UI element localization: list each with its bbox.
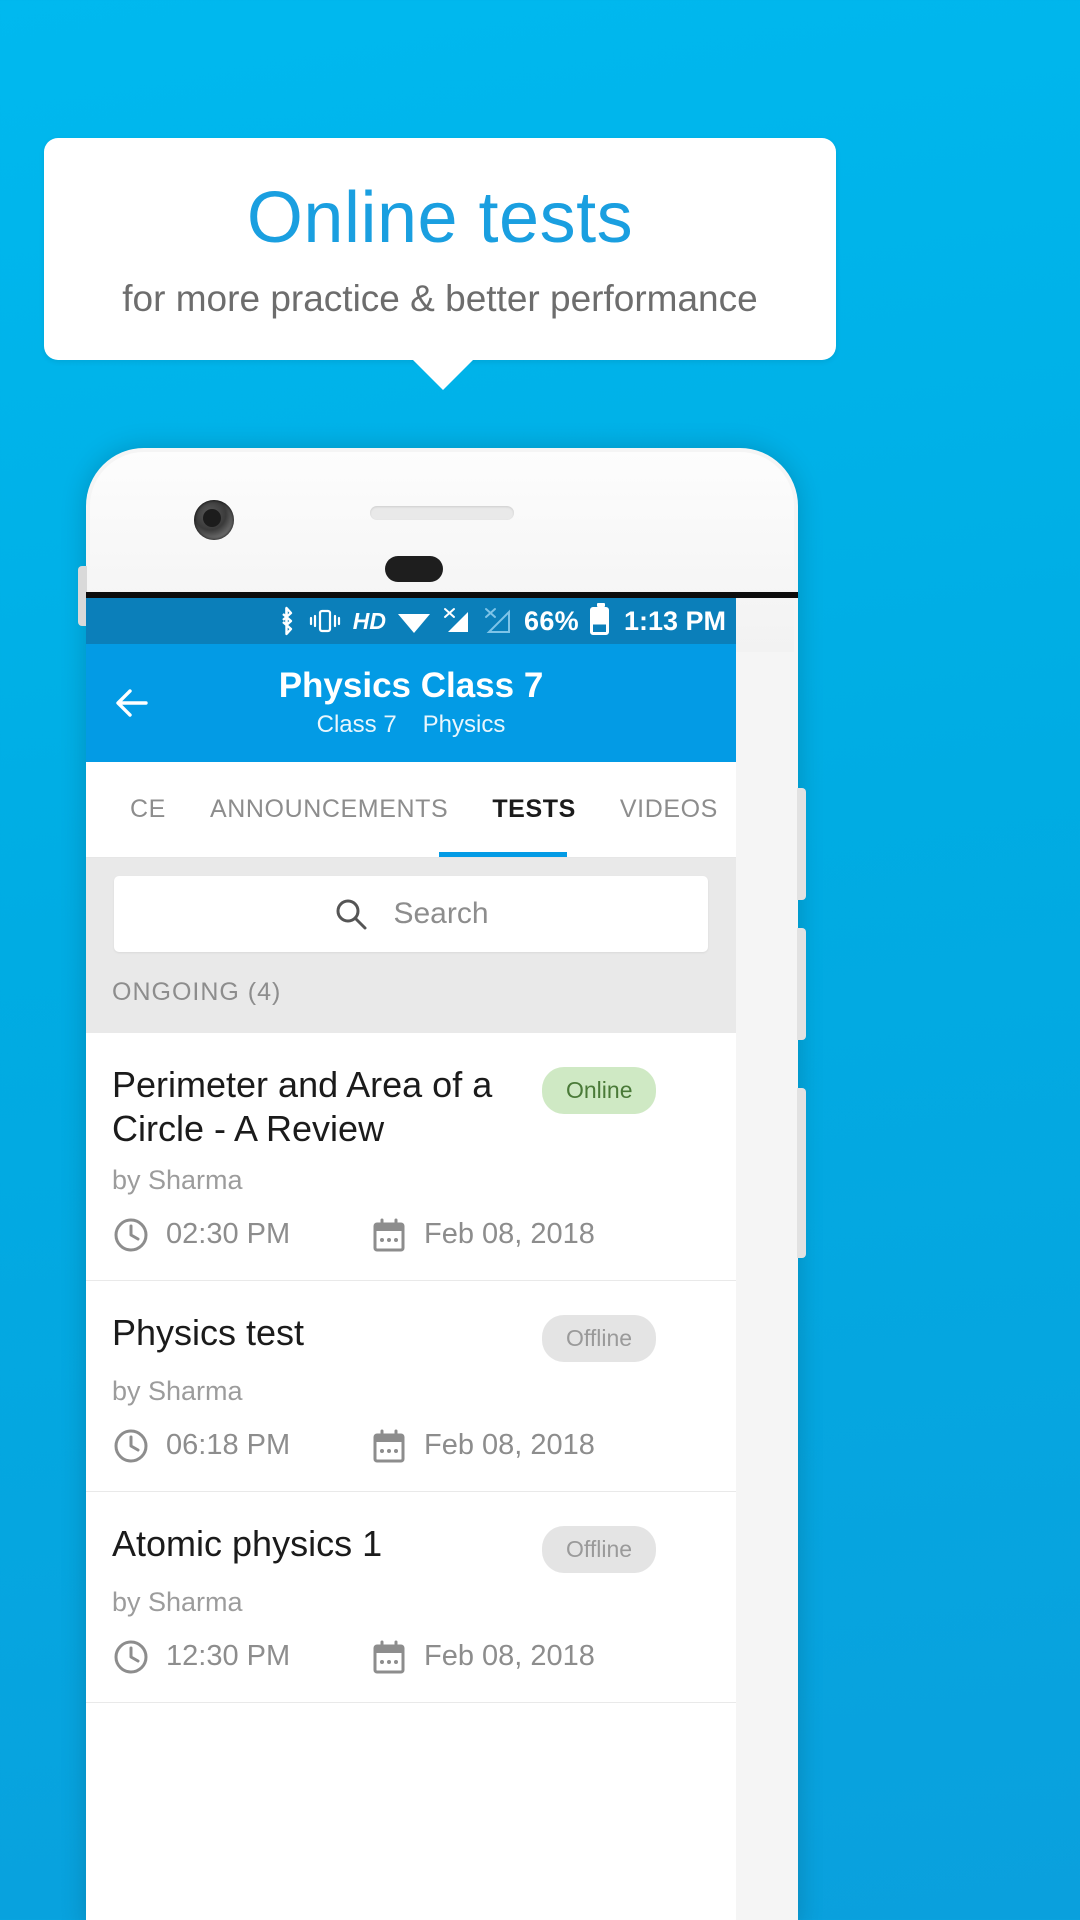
test-row-header: Perimeter and Area of a Circle - A Revie…	[112, 1063, 710, 1151]
battery-percent-label: 66%	[524, 605, 579, 636]
test-date: Feb 08, 2018	[424, 1218, 595, 1251]
tab-announcements[interactable]: ANNOUNCEMENTS	[188, 762, 470, 857]
phone-volume-down-button	[797, 928, 806, 1040]
clock-icon	[114, 1218, 148, 1252]
status-badge: Offline	[542, 1525, 657, 1573]
clock-icon	[114, 1429, 148, 1463]
breadcrumb-subject: Physics	[422, 711, 506, 739]
test-author: by Sharma	[112, 1586, 243, 1617]
search-icon	[336, 899, 367, 930]
test-date-group: Feb 08, 2018	[370, 1638, 595, 1676]
status-bar: HD 66% 1:13 PM	[86, 598, 736, 644]
signal-no-sim-icon	[444, 608, 468, 632]
back-arrow-icon[interactable]	[110, 681, 154, 725]
calendar-icon	[373, 1640, 405, 1674]
test-row-header: Atomic physics 1 Offline	[112, 1522, 710, 1573]
test-date: Feb 08, 2018	[424, 1429, 595, 1462]
promo-bubble: Online tests for more practice & better …	[44, 138, 836, 360]
earpiece-speaker	[370, 506, 514, 520]
test-time: 12:30 PM	[166, 1640, 291, 1673]
status-badge: Online	[542, 1067, 657, 1114]
test-title: Perimeter and Area of a Circle - A Revie…	[112, 1064, 493, 1149]
tab-ce[interactable]: CE	[108, 762, 188, 857]
search-input[interactable]: Search	[114, 876, 708, 952]
tests-list: Perimeter and Area of a Circle - A Revie…	[86, 1033, 736, 1703]
test-meta: 02:30 PM Feb 08, 2018	[112, 1216, 710, 1254]
test-list-item[interactable]: Physics test Offline by Sharma 06:18 PM	[86, 1281, 736, 1492]
breadcrumb-class: Class 7	[316, 711, 397, 739]
clock-icon	[114, 1640, 148, 1674]
front-camera-icon	[194, 500, 234, 540]
proximity-sensor	[385, 556, 443, 582]
test-meta: 06:18 PM Feb 08, 2018	[112, 1427, 710, 1465]
promo-subtitle: for more practice & better performance	[122, 277, 758, 319]
hd-icon: HD	[352, 607, 386, 634]
test-title: Atomic physics 1	[112, 1522, 383, 1564]
promo-bubble-tail	[411, 358, 475, 390]
search-placeholder: Search	[393, 897, 489, 930]
breadcrumb: Class 7 Physics	[317, 711, 506, 739]
tab-videos[interactable]: VIDEOS	[598, 762, 736, 857]
wifi-icon	[398, 614, 430, 633]
test-time-group: 12:30 PM	[112, 1638, 370, 1676]
battery-icon	[589, 603, 609, 635]
test-date: Feb 08, 2018	[424, 1640, 595, 1673]
phone-screen: HD 66% 1:13 PM Physics Class 7 Class 7 P…	[86, 598, 736, 1920]
test-title: Physics test	[112, 1311, 305, 1353]
test-time-group: 06:18 PM	[112, 1427, 370, 1465]
test-meta: 12:30 PM Feb 08, 2018	[112, 1638, 710, 1676]
phone-power-button	[797, 1088, 806, 1258]
tab-bar: CE ANNOUNCEMENTS TESTS VIDEOS	[86, 762, 736, 858]
test-time: 02:30 PM	[166, 1218, 291, 1251]
status-bar-clock: 1:13 PM	[623, 605, 726, 636]
phone-mockup: HD 66% 1:13 PM Physics Class 7 Class 7 P…	[78, 448, 806, 1920]
signal-empty-icon	[485, 608, 510, 633]
test-list-item[interactable]: Atomic physics 1 Offline by Sharma 12:30…	[86, 1492, 736, 1703]
tab-tests[interactable]: TESTS	[470, 762, 598, 857]
page-title: Physics Class 7	[278, 665, 544, 705]
test-time: 06:18 PM	[166, 1429, 291, 1462]
calendar-icon	[373, 1218, 405, 1252]
calendar-icon	[373, 1429, 405, 1463]
test-date-group: Feb 08, 2018	[370, 1427, 595, 1465]
status-badge: Offline	[542, 1314, 657, 1362]
section-header-ongoing: ONGOING (4)	[86, 978, 736, 1033]
test-row-header: Physics test Offline	[112, 1311, 710, 1362]
bluetooth-icon	[281, 606, 292, 636]
test-author: by Sharma	[112, 1164, 243, 1195]
search-section: Search	[86, 858, 736, 978]
vibrate-icon	[309, 609, 340, 633]
promo-title: Online tests	[246, 177, 634, 258]
test-list-item[interactable]: Perimeter and Area of a Circle - A Revie…	[86, 1033, 736, 1281]
test-time-group: 02:30 PM	[112, 1216, 370, 1254]
app-bar: Physics Class 7 Class 7 Physics	[86, 644, 736, 762]
phone-volume-up-button	[797, 788, 806, 900]
test-date-group: Feb 08, 2018	[370, 1216, 595, 1254]
test-author: by Sharma	[112, 1375, 243, 1406]
